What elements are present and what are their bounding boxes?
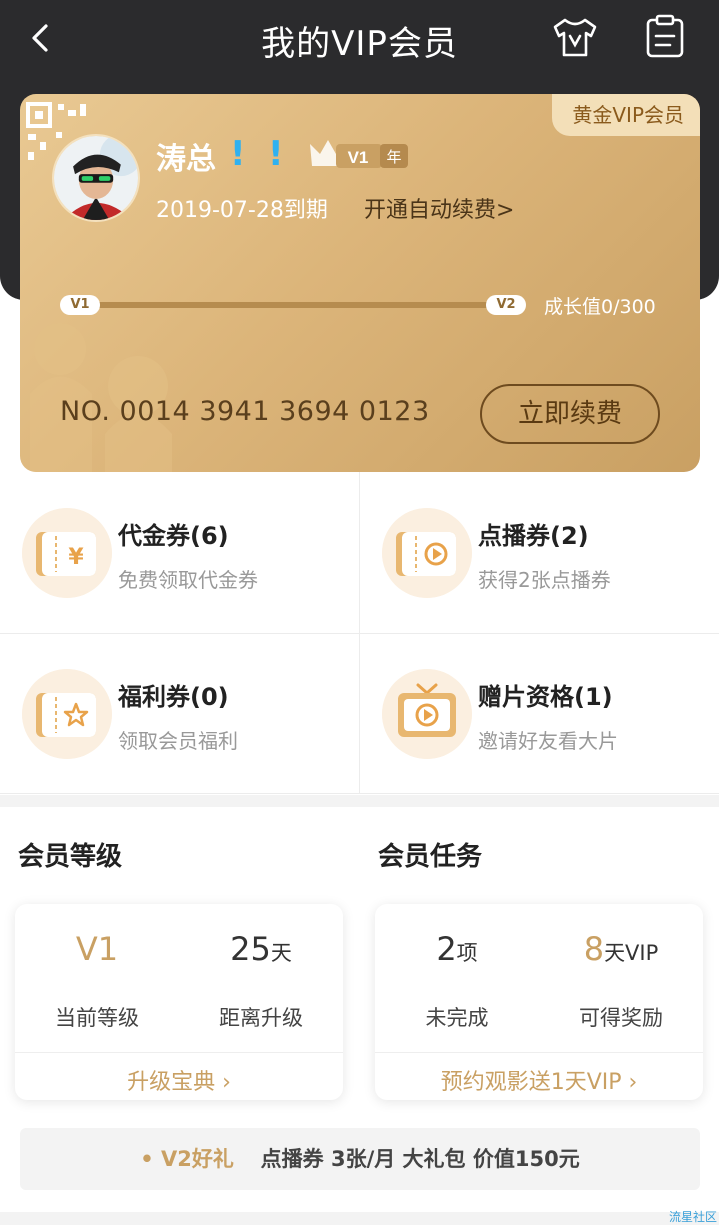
- star-ticket-icon: [22, 669, 112, 759]
- svg-text:¥: ¥: [68, 545, 84, 570]
- expiry-date: 2019-07-28到期: [156, 198, 328, 223]
- panel-divider: [15, 1052, 343, 1053]
- coupon-subtitle: 邀请好友看大片: [478, 729, 618, 753]
- tier-badge: 黄金VIP会员: [552, 94, 700, 136]
- growth-progress-bar: [76, 302, 514, 308]
- coupon-item-voucher[interactable]: ¥ 代金券(6) 免费领取代金券: [0, 472, 359, 633]
- coupon-subtitle: 免费领取代金券: [118, 568, 258, 592]
- level-crown-badge: V1 年: [310, 140, 408, 168]
- coupon-item-gift-film[interactable]: 赠片资格(1) 邀请好友看大片: [360, 633, 719, 794]
- card-number: NO. 0014 3941 3694 0123: [60, 396, 430, 427]
- gift-bar-lead: • V2好礼: [140, 1147, 234, 1171]
- progress-end-level: V2: [486, 295, 526, 315]
- gift-video-icon: [382, 669, 472, 759]
- coupon-title: 赠片资格(1): [478, 683, 613, 711]
- reward-days: 8天VIP: [583, 930, 659, 968]
- coupon-item-welfare[interactable]: 福利券(0) 领取会员福利: [0, 633, 359, 794]
- renew-button[interactable]: 立即续费: [480, 384, 660, 444]
- level-panel[interactable]: V1 25天 当前等级 距离升级 升级宝典 ›: [15, 904, 343, 1100]
- panel-divider: [375, 1052, 703, 1053]
- section-divider: [0, 795, 719, 807]
- gift-bar-text: 点播券 3张/月 大礼包 价值150元: [260, 1147, 580, 1171]
- pending-tasks-label: 未完成: [425, 1006, 489, 1030]
- watermark: 流星社区: [668, 1210, 717, 1224]
- level-section-title: 会员等级: [18, 842, 123, 872]
- section-divider: [0, 1212, 719, 1225]
- coupon-grid: ¥ 代金券(6) 免费领取代金券 点播券(2) 获得2张点播券 福利券(0) 领…: [0, 472, 719, 794]
- current-level-value: V1: [75, 930, 119, 968]
- username: 涛总: [156, 142, 216, 177]
- coupon-subtitle: 获得2张点播券: [478, 568, 611, 592]
- v2-gift-bar[interactable]: • V2好礼 点播券 3张/月 大礼包 价值150元: [20, 1128, 700, 1190]
- svg-text:V1: V1: [348, 148, 369, 167]
- coupon-title: 点播券(2): [478, 522, 589, 550]
- upgrade-guide-link[interactable]: 升级宝典 ›: [15, 1064, 343, 1096]
- exclamation-mark: !: [268, 134, 284, 174]
- coupon-subtitle: 领取会员福利: [118, 729, 238, 753]
- auto-renew-link[interactable]: 开通自动续费>: [364, 192, 514, 224]
- vip-card: 黄金VIP会员 涛总 ! ! V1 年 2019-07-28到期 开通自动续费>…: [20, 94, 700, 472]
- task-section-title: 会员任务: [378, 842, 483, 872]
- play-ticket-icon: [382, 508, 472, 598]
- growth-value: 成长值0/300: [544, 296, 656, 318]
- task-panel[interactable]: 2项 8天VIP 未完成 可得奖励 预约观影送1天VIP ›: [375, 904, 703, 1100]
- coupon-title: 代金券(6): [118, 522, 229, 550]
- page-title: 我的VIP会员: [261, 24, 458, 64]
- progress-start-level: V1: [60, 295, 100, 315]
- days-to-upgrade-label: 距离升级: [219, 1006, 303, 1030]
- grid-divider: [0, 633, 719, 634]
- pending-tasks: 2项: [436, 930, 478, 968]
- coupon-title: 福利券(0): [118, 683, 229, 711]
- svg-text:年: 年: [386, 148, 401, 166]
- reserve-viewing-link[interactable]: 预约观影送1天VIP ›: [375, 1064, 703, 1096]
- grid-divider: [0, 793, 719, 794]
- clipboard-icon[interactable]: [640, 12, 690, 62]
- reward-label: 可得奖励: [579, 1006, 663, 1030]
- yen-ticket-icon: ¥: [22, 508, 112, 598]
- days-to-upgrade: 25天: [230, 930, 292, 968]
- avatar[interactable]: [52, 134, 140, 222]
- shirt-icon[interactable]: [550, 12, 600, 62]
- current-level-label: 当前等级: [55, 1006, 139, 1030]
- coupon-item-vod[interactable]: 点播券(2) 获得2张点播券: [360, 472, 719, 633]
- exclamation-mark: !: [230, 134, 246, 174]
